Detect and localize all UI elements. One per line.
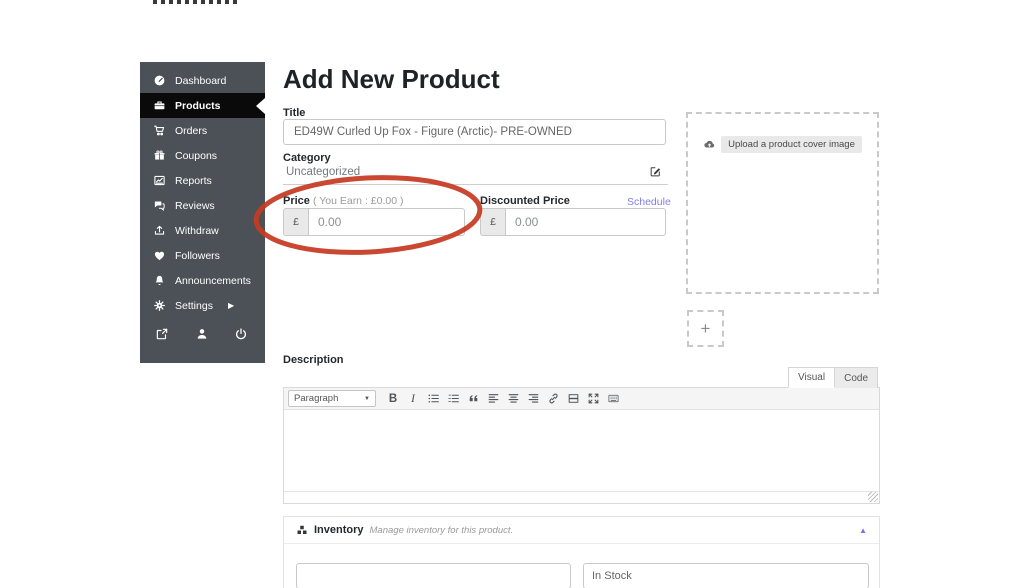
bell-icon [153, 274, 166, 287]
chevron-down-icon: ▼ [364, 395, 370, 402]
price-label-text: Price [283, 195, 310, 207]
category-field[interactable]: Uncategorized [283, 163, 668, 185]
sidebar-item-label: Followers [175, 249, 220, 262]
insert-more-button[interactable] [564, 390, 582, 407]
sidebar-item-label: Dashboard [175, 74, 227, 87]
upload-cover-label: Upload a product cover image [721, 136, 862, 153]
fullscreen-button[interactable] [584, 390, 602, 407]
align-right-button[interactable] [524, 390, 542, 407]
paragraph-dropdown[interactable]: Paragraph ▼ [288, 390, 376, 407]
editor-box: Paragraph ▼ B I [283, 387, 880, 504]
upload-cover-button[interactable]: Upload a product cover image [688, 136, 877, 153]
discounted-price-field: £ [480, 208, 666, 236]
sidebar-item-label: Announcements [175, 274, 251, 287]
gauge-icon [153, 74, 166, 87]
ordered-list-button[interactable] [444, 390, 462, 407]
collapse-arrow-icon[interactable]: ▲ [859, 526, 867, 535]
price-field: £ [283, 208, 465, 236]
currency-addon: £ [480, 208, 505, 236]
link-button[interactable] [544, 390, 562, 407]
sidebar-item-coupons[interactable]: Coupons [140, 143, 265, 168]
cropped-text-artifact [153, 0, 241, 4]
external-link-icon[interactable] [155, 327, 169, 346]
resize-grip[interactable] [868, 492, 878, 502]
chart-icon [153, 174, 166, 187]
sidebar-item-reviews[interactable]: Reviews [140, 193, 265, 218]
price-label: Price ( You Earn : £0.00 ) [283, 195, 403, 207]
sidebar-item-settings[interactable]: Settings ▶ [140, 293, 265, 318]
description-label: Description [283, 354, 344, 366]
tab-visual[interactable]: Visual [788, 367, 836, 388]
cloud-upload-icon [704, 140, 715, 148]
title-input[interactable] [283, 119, 666, 145]
gift-icon [153, 149, 166, 162]
upload-icon [153, 224, 166, 237]
sidebar-item-label: Orders [175, 124, 208, 137]
discounted-price-input[interactable] [505, 208, 666, 236]
editor-toolbar: Paragraph ▼ B I [284, 388, 879, 410]
briefcase-icon [153, 99, 166, 112]
you-earn-note: ( You Earn : £0.00 ) [312, 195, 404, 207]
align-center-button[interactable] [504, 390, 522, 407]
bold-button[interactable]: B [384, 390, 402, 407]
inventory-subtitle: Manage inventory for this product. [369, 524, 514, 536]
plus-icon: + [700, 318, 711, 338]
italic-button[interactable]: I [404, 390, 422, 407]
inventory-title: Inventory [314, 524, 364, 536]
sidebar-item-label: Reviews [175, 199, 215, 212]
heart-icon [153, 249, 166, 262]
sidebar-footer [140, 318, 265, 346]
sidebar-item-label: Withdraw [175, 224, 219, 237]
sidebar-item-withdraw[interactable]: Withdraw [140, 218, 265, 243]
add-gallery-image-button[interactable]: + [687, 310, 724, 347]
align-left-button[interactable] [484, 390, 502, 407]
sidebar-item-label: Settings [175, 299, 213, 312]
paragraph-dropdown-label: Paragraph [294, 393, 339, 404]
cubes-icon [297, 525, 307, 534]
discounted-price-label: Discounted Price [480, 195, 570, 207]
submenu-caret-icon: ▶ [227, 300, 235, 310]
page: Dashboard Products Orders Coupons Report [0, 0, 1024, 588]
sidebar-item-label: Reports [175, 174, 212, 187]
editor-tabs: Visual Code [788, 367, 878, 388]
sidebar-item-label: Coupons [175, 149, 218, 162]
sidebar-item-announcements[interactable]: Announcements [140, 268, 265, 293]
inventory-section: Inventory Manage inventory for this prod… [283, 516, 880, 588]
sidebar-item-followers[interactable]: Followers [140, 243, 265, 268]
power-icon[interactable] [234, 327, 248, 346]
gear-icon [153, 299, 166, 312]
cart-icon [153, 124, 166, 137]
stock-status-select[interactable]: In Stock [583, 563, 869, 588]
toolbar-toggle-button[interactable] [604, 390, 622, 407]
page-title: Add New Product [283, 64, 500, 94]
cover-image-dropzone[interactable]: Upload a product cover image [686, 112, 879, 294]
description-textarea[interactable] [284, 410, 879, 491]
sidebar-item-label: Products [175, 99, 221, 112]
sidebar-item-orders[interactable]: Orders [140, 118, 265, 143]
inventory-header[interactable]: Inventory Manage inventory for this prod… [284, 517, 879, 544]
comments-icon [153, 199, 166, 212]
edit-icon[interactable] [649, 165, 662, 178]
currency-addon: £ [283, 208, 308, 236]
tab-code[interactable]: Code [835, 367, 878, 388]
sidebar-item-dashboard[interactable]: Dashboard [140, 68, 265, 93]
editor-statusbar [284, 491, 879, 503]
sidebar-item-products[interactable]: Products [140, 93, 265, 118]
sidebar-item-reports[interactable]: Reports [140, 168, 265, 193]
unordered-list-button[interactable] [424, 390, 442, 407]
price-input[interactable] [308, 208, 465, 236]
sku-input[interactable] [296, 563, 571, 588]
sidebar: Dashboard Products Orders Coupons Report [140, 62, 265, 363]
schedule-link[interactable]: Schedule [627, 196, 671, 208]
blockquote-button[interactable] [464, 390, 482, 407]
user-icon[interactable] [195, 327, 209, 346]
category-value: Uncategorized [286, 166, 361, 178]
stock-status-value: In Stock [592, 570, 632, 582]
title-label: Title [283, 107, 306, 119]
description-editor: Visual Code Paragraph ▼ B I [283, 367, 880, 504]
